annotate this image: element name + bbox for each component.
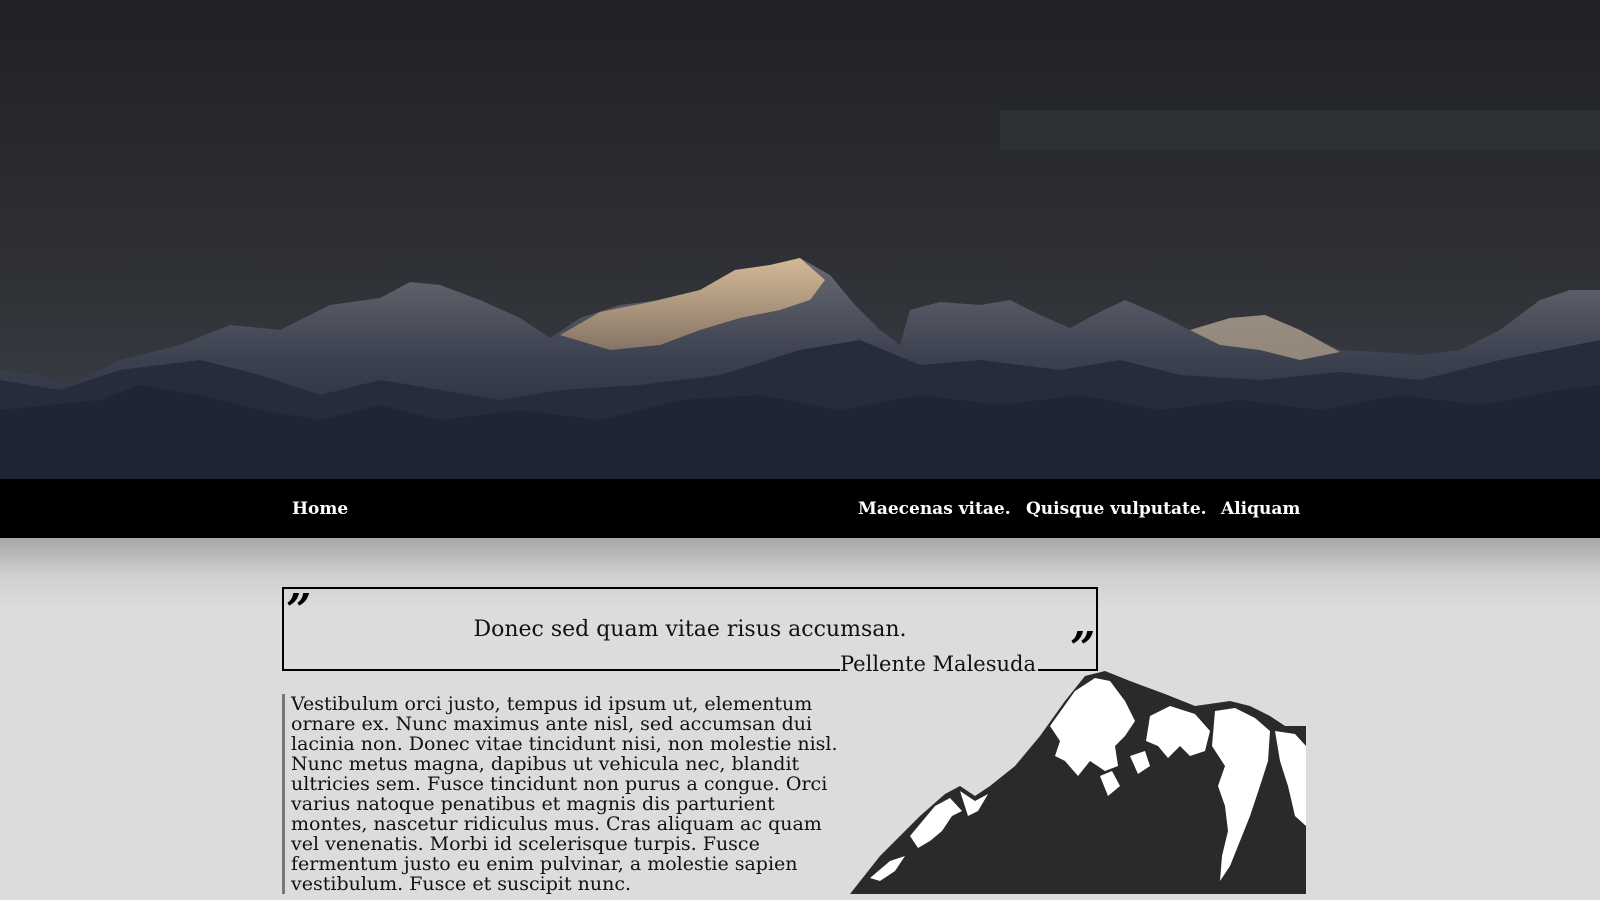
quote-text: Donec sed quam vitae risus accumsan.	[473, 617, 907, 642]
nav-link-aliquam[interactable]: Aliquam	[1221, 499, 1300, 519]
hero-banner	[0, 0, 1600, 479]
close-quote-mark: ”	[1070, 623, 1096, 674]
mountain-range-photo	[0, 0, 1600, 479]
main-navigation: Home Maecenas vitae. Quisque vulputate. …	[0, 479, 1600, 538]
mountain-illustration-icon	[850, 671, 1306, 894]
nav-link-home[interactable]: Home	[292, 499, 348, 519]
nav-link-quisque[interactable]: Quisque vulputate.	[1026, 499, 1207, 519]
article-body: Vestibulum orci justo, tempus id ipsum u…	[282, 694, 842, 894]
nav-link-maecenas[interactable]: Maecenas vitae.	[858, 499, 1011, 519]
